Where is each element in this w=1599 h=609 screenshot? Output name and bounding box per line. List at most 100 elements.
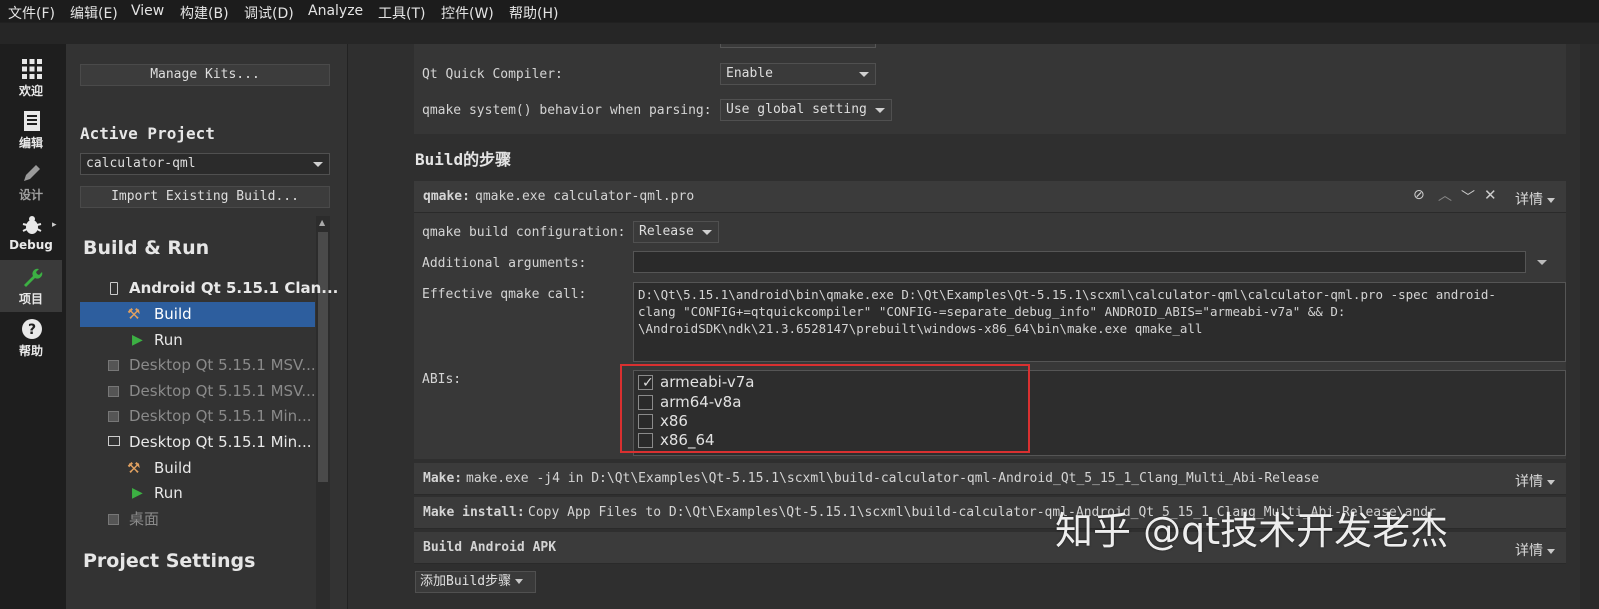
kit-android[interactable]: Android Qt 5.15.1 Clan... — [80, 276, 338, 301]
history-dropdown-icon[interactable] — [1537, 260, 1547, 265]
project-settings-heading: Project Settings — [83, 550, 256, 572]
details-toggle[interactable]: 详情 — [1515, 189, 1555, 209]
kit-label: Desktop Qt 5.15.1 MSV... — [129, 356, 316, 374]
build-config-label: qmake build configuration: — [422, 225, 626, 240]
mode-welcome[interactable]: 欢迎 — [0, 52, 62, 104]
active-project-select[interactable]: calculator-qml — [80, 153, 330, 175]
active-project-heading: Active Project — [80, 124, 215, 143]
move-down-icon[interactable]: ﹀ — [1461, 187, 1475, 207]
effective-call-line: clang "CONFIG+=qtquickcompiler" "CONFIG-… — [638, 304, 1346, 319]
step-title-bold: Build Android APK — [423, 540, 557, 555]
main-scrollbar[interactable] — [1580, 44, 1599, 609]
details-label: 详情 — [1515, 474, 1543, 490]
mode-help[interactable]: ? 帮助 — [0, 312, 62, 364]
watermark: 知乎 @qt技术开发老杰 — [1055, 509, 1449, 553]
scroll-thumb[interactable] — [318, 232, 328, 482]
kit-label: Android Qt 5.15.1 Clan... — [129, 279, 339, 297]
kit-label: 桌面 — [129, 510, 160, 528]
chevron-down-icon — [313, 162, 323, 167]
wrench-icon — [24, 268, 43, 287]
run-label: Run — [154, 331, 183, 349]
kit-desktop-mingw-2-run[interactable]: ▶ Run — [80, 481, 315, 506]
menu-tools[interactable]: 工具(T) — [378, 3, 425, 23]
kit-android-run[interactable]: ▶ Run — [80, 328, 315, 353]
mode-bar: 欢迎 编辑 设计 ▸ Debug 项目 ? 帮助 — [0, 44, 66, 609]
menu-edit[interactable]: 编辑(E) — [70, 3, 118, 23]
kit-label: Desktop Qt 5.15.1 Min... — [129, 433, 312, 451]
add-kit-icon — [108, 411, 119, 422]
hammer-icon: ⚒ — [127, 459, 141, 477]
kit-desktop-mingw-2[interactable]: Desktop Qt 5.15.1 Min... — [80, 430, 315, 455]
qmake-step-header[interactable]: qmake: qmake.exe calculator-qml.pro ⊘ ︿ … — [414, 181, 1566, 213]
import-existing-build-button[interactable]: Import Existing Build... — [80, 186, 330, 208]
qt-quick-compiler-value: Enable — [726, 66, 773, 81]
build-label: Build — [154, 459, 192, 477]
build-run-heading: Build & Run — [83, 237, 210, 259]
step-title-bold: Make: — [423, 471, 463, 486]
run-label: Run — [154, 484, 183, 502]
mode-label: 项目 — [18, 292, 43, 306]
abis-label: ABIs: — [422, 372, 462, 387]
menu-help[interactable]: 帮助(H) — [509, 3, 558, 23]
add-build-step-button[interactable]: 添加Build步骤 — [415, 571, 536, 593]
mode-edit[interactable]: 编辑 — [0, 104, 62, 156]
effective-call-line: D:\Qt\5.15.1\android\bin\qmake.exe D:\Qt… — [638, 287, 1496, 302]
menu-view[interactable]: View — [131, 3, 164, 19]
menu-analyze[interactable]: Analyze — [308, 3, 363, 19]
kit-desktop-mingw-1[interactable]: Desktop Qt 5.15.1 Min... — [80, 404, 315, 429]
run-icon: ▶ — [132, 332, 143, 348]
details-label: 详情 — [1515, 192, 1543, 208]
menu-bar: 文件(F) 编辑(E) View 构建(B) 调试(D) Analyze 工具(… — [0, 0, 1599, 22]
effective-call-label: Effective qmake call: — [422, 287, 587, 302]
make-step-header[interactable]: Make: make.exe -j4 in D:\Qt\Examples\Qt-… — [414, 463, 1566, 495]
kit-desktop-msvc-2[interactable]: Desktop Qt 5.15.1 MSV... — [80, 379, 316, 404]
mode-label: 欢迎 — [18, 84, 43, 98]
disable-icon[interactable]: ⊘ — [1413, 187, 1425, 203]
additional-args-input[interactable] — [633, 251, 1526, 273]
qt-quick-compiler-select[interactable]: Enable — [720, 63, 876, 85]
effective-call-output: D:\Qt\5.15.1\android\bin\qmake.exe D:\Qt… — [633, 282, 1566, 362]
menu-build[interactable]: 构建(B) — [180, 3, 229, 23]
mode-debug[interactable]: ▸ Debug — [0, 208, 62, 260]
chevron-down-icon — [875, 108, 885, 113]
add-kit-icon — [108, 386, 119, 397]
kit-desktop-mingw-2-build[interactable]: ⚒ Build — [80, 456, 315, 481]
chevron-down-icon — [1547, 197, 1555, 203]
kit-label: Desktop Qt 5.15.1 MSV... — [129, 382, 316, 400]
add-kit-icon — [108, 514, 119, 525]
kit-desktop-msvc-1[interactable]: Desktop Qt 5.15.1 MSV... — [80, 353, 316, 378]
mode-design[interactable]: 设计 — [0, 156, 62, 208]
details-toggle[interactable]: 详情 — [1515, 471, 1555, 491]
toolbar-strip — [0, 22, 1599, 44]
menu-controls[interactable]: 控件(W) — [441, 3, 494, 23]
mode-projects[interactable]: 项目 — [0, 260, 62, 312]
kit-desktop[interactable]: 桌面 — [80, 507, 315, 532]
project-sidebar: Manage Kits... Active Project calculator… — [66, 44, 348, 609]
manage-kits-button[interactable]: Manage Kits... — [80, 64, 330, 86]
chevron-down-icon — [859, 72, 869, 77]
highlight-box — [620, 364, 1030, 453]
grid-icon — [22, 59, 42, 79]
build-config-select[interactable]: Release — [633, 221, 719, 243]
step-title: make.exe -j4 in D:\Qt\Examples\Qt-5.15.1… — [466, 471, 1320, 486]
pencil-icon — [24, 165, 40, 181]
build-steps-heading: Build的步骤 — [415, 150, 512, 169]
kit-android-build[interactable]: ⚒ Build — [80, 302, 315, 327]
chevron-down-icon — [1547, 548, 1555, 554]
sidebar-scrollbar[interactable]: ▲ — [316, 216, 330, 609]
monitor-icon — [108, 436, 120, 446]
remove-icon[interactable]: ✕ — [1484, 186, 1497, 204]
step-title-bold: qmake: — [423, 189, 470, 204]
add-kit-icon — [108, 360, 119, 371]
svg-text:?: ? — [28, 322, 36, 338]
qmake-system-select[interactable]: Use global setting — [720, 99, 892, 121]
kit-label: Desktop Qt 5.15.1 Min... — [129, 407, 312, 425]
details-toggle[interactable]: 详情 — [1515, 540, 1555, 560]
menu-debug[interactable]: 调试(D) — [244, 3, 294, 23]
scroll-up-icon: ▲ — [319, 218, 326, 227]
menu-file[interactable]: 文件(F) — [8, 3, 55, 23]
mode-label: 帮助 — [18, 344, 43, 358]
chevron-down-icon — [702, 230, 712, 235]
move-up-icon[interactable]: ︿ — [1438, 185, 1452, 205]
build-label: Build — [154, 305, 192, 323]
